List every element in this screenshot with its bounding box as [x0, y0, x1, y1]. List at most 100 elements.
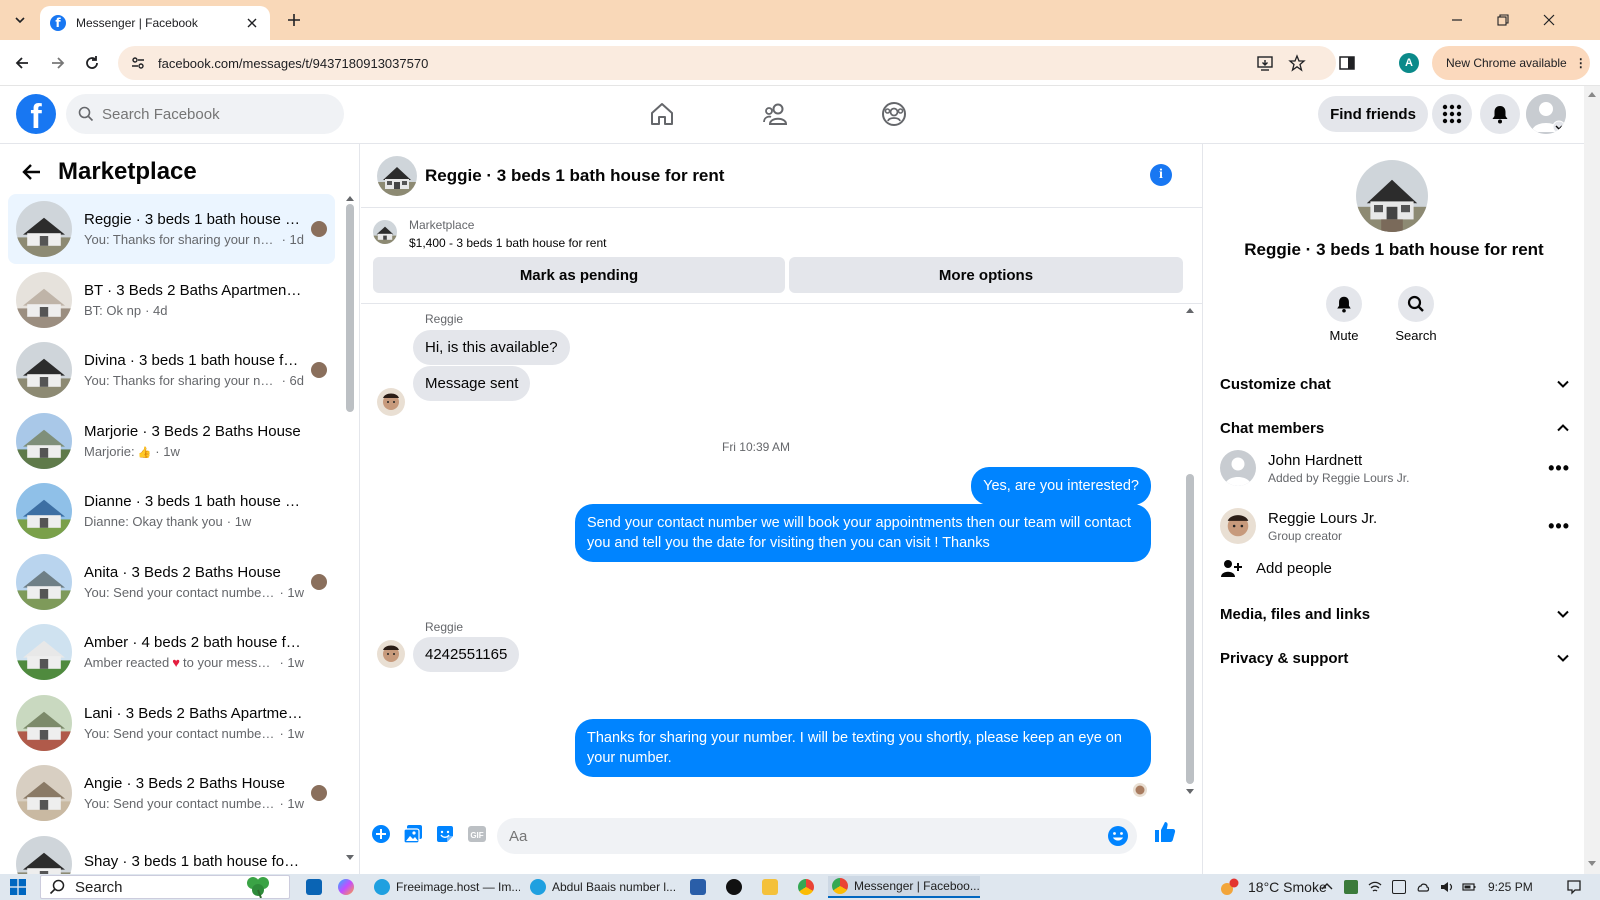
back-button[interactable] — [10, 51, 34, 75]
mute-action[interactable]: Mute — [1314, 286, 1374, 343]
privacy-support-row[interactable]: Privacy & support — [1220, 638, 1570, 678]
conversation-item[interactable]: Amber · 4 beds 2 bath house for rent Ambe… — [8, 617, 335, 687]
chat-listing-avatar[interactable] — [1356, 160, 1428, 232]
customize-chat-row[interactable]: Customize chat — [1220, 364, 1570, 404]
forward-button[interactable] — [46, 51, 70, 75]
battery-icon[interactable] — [1462, 880, 1476, 894]
member-name[interactable]: Reggie Lours Jr. — [1268, 510, 1548, 527]
mute-button[interactable] — [1326, 286, 1362, 322]
chrome-profile-avatar[interactable]: A — [1399, 53, 1419, 73]
conversation-item[interactable]: Dianne · 3 beds 1 bath house for rent Dia… — [8, 476, 335, 546]
media-files-links-row[interactable]: Media, files and links — [1220, 594, 1570, 634]
message-bubble-outgoing[interactable]: Send your contact number we will book yo… — [575, 504, 1151, 562]
device-icon[interactable] — [1392, 880, 1406, 894]
taskbar-search-box[interactable]: Search — [40, 875, 290, 899]
chat-member[interactable]: John Hardnett Added by Reggie Lours Jr. … — [1220, 442, 1570, 494]
address-bar[interactable]: facebook.com/messages/t/9437180913037570 — [118, 46, 1336, 80]
member-name[interactable]: John Hardnett — [1268, 452, 1548, 469]
sticker-button[interactable] — [433, 822, 457, 846]
message-input-box[interactable] — [497, 818, 1137, 854]
conversation-item[interactable]: Reggie · 3 beds 1 bath house for rent You… — [8, 194, 335, 264]
weather-widget[interactable]: 18°C Smoke — [1218, 878, 1327, 896]
restore-button[interactable] — [1480, 0, 1526, 40]
new-chrome-available-button[interactable]: New Chrome available ⋮ — [1432, 46, 1590, 80]
chat-title[interactable]: Reggie · 3 beds 1 bath house for rent — [425, 166, 724, 186]
notification-center-icon[interactable] — [1566, 879, 1582, 895]
search-action[interactable]: Search — [1386, 286, 1446, 343]
scrollbar-thumb[interactable] — [346, 204, 354, 412]
tray-chevron-up-icon[interactable] — [1320, 880, 1334, 894]
friends-nav-button[interactable] — [760, 98, 792, 130]
conversation-item[interactable]: Angie · 3 Beds 2 Baths House You: Send yo… — [8, 758, 335, 828]
emoji-icon[interactable] — [1107, 825, 1129, 847]
reload-button[interactable] — [80, 51, 104, 75]
copilot-icon[interactable] — [338, 879, 354, 895]
facebook-search-box[interactable] — [66, 94, 344, 134]
volume-icon[interactable] — [1440, 880, 1454, 894]
chat-member[interactable]: Reggie Lours Jr. Group creator ••• — [1220, 500, 1570, 552]
taskbar-app-abdul[interactable]: Abdul Baais number l... — [526, 876, 676, 898]
chrome-icon[interactable] — [798, 879, 814, 895]
facebook-search-input[interactable] — [102, 105, 322, 123]
battery-saver-icon[interactable] — [1344, 880, 1358, 894]
conversation-item[interactable]: Divina · 3 beds 1 bath house for rent You… — [8, 335, 335, 405]
wifi-icon[interactable] — [1368, 880, 1382, 894]
tiktok-icon[interactable] — [726, 879, 742, 895]
new-tab-button[interactable] — [282, 8, 306, 32]
browser-tab-messenger[interactable]: f Messenger | Facebook — [40, 6, 270, 40]
add-people-button[interactable]: Add people — [1220, 558, 1332, 578]
windows-start-icon[interactable] — [10, 879, 26, 895]
chat-listing-thumbnail[interactable] — [377, 155, 417, 196]
taskbar-app-freeimage[interactable]: Freeimage.host — Im... — [370, 876, 520, 898]
listing-thumbnail[interactable] — [373, 220, 397, 244]
search-in-chat-button[interactable] — [1398, 286, 1434, 322]
message-bubble-incoming[interactable]: 4242551165 — [413, 637, 520, 672]
message-bubble-outgoing[interactable]: Yes, are you interested? — [971, 467, 1151, 505]
facebook-logo[interactable]: f — [16, 94, 56, 134]
minimize-button[interactable] — [1434, 0, 1480, 40]
message-bubble-outgoing[interactable]: Thanks for sharing your number. I will b… — [575, 719, 1151, 777]
scrollbar-thumb[interactable] — [1186, 474, 1194, 784]
taskbar-app-messenger[interactable]: Messenger | Faceboo... — [828, 876, 980, 898]
more-options-button[interactable]: More options — [789, 257, 1183, 293]
side-panel-icon[interactable] — [1338, 54, 1356, 72]
chat-scrollbar[interactable] — [1184, 304, 1196, 798]
info-icon[interactable]: i — [1150, 164, 1172, 186]
find-friends-button[interactable]: Find friends — [1318, 96, 1428, 132]
outlook-icon[interactable] — [306, 879, 322, 895]
install-app-icon[interactable] — [1256, 54, 1274, 72]
sender-avatar[interactable] — [377, 388, 405, 416]
message-bubble-incoming[interactable]: Hi, is this available? — [413, 330, 570, 365]
conversation-item[interactable]: BT · 3 Beds 2 Baths Apartment/condo BT: O… — [8, 265, 335, 335]
notifications-button[interactable] — [1480, 94, 1520, 134]
conversation-item[interactable]: Marjorie · 3 Beds 2 Baths House Marjorie:… — [8, 406, 335, 476]
more-actions-button[interactable] — [369, 822, 393, 846]
tab-search-button[interactable] — [8, 8, 32, 32]
member-options-icon[interactable]: ••• — [1548, 458, 1570, 479]
menu-button[interactable] — [1432, 94, 1472, 134]
attach-photo-button[interactable] — [401, 822, 425, 846]
conversation-item[interactable]: Lani · 3 Beds 2 Baths Apartment/condo You… — [8, 688, 335, 758]
like-button[interactable] — [1153, 820, 1177, 844]
conversation-item[interactable]: Anita · 3 Beds 2 Baths House You: Send yo… — [8, 547, 335, 617]
sender-avatar[interactable] — [377, 640, 405, 668]
system-clock[interactable]: 9:25 PM — [1488, 880, 1533, 894]
message-bubble-incoming[interactable]: Message sent — [413, 366, 531, 401]
store-icon[interactable] — [690, 879, 706, 895]
cloud-icon[interactable] — [1416, 880, 1430, 894]
gif-button[interactable]: GIF — [465, 822, 489, 846]
account-avatar[interactable] — [1526, 94, 1566, 134]
back-arrow-icon[interactable] — [22, 162, 42, 182]
groups-nav-button[interactable] — [878, 98, 910, 130]
tab-close-icon[interactable] — [244, 15, 260, 31]
member-options-icon[interactable]: ••• — [1548, 516, 1570, 537]
file-explorer-icon[interactable] — [762, 879, 778, 895]
home-nav-button[interactable] — [646, 98, 678, 130]
bookmark-star-icon[interactable] — [1288, 54, 1306, 72]
listing-description[interactable]: $1,400 - 3 beds 1 bath house for rent — [409, 236, 606, 250]
close-window-button[interactable] — [1526, 0, 1572, 40]
message-input[interactable] — [509, 827, 1089, 845]
member-avatar[interactable] — [1220, 450, 1256, 486]
conversation-item[interactable]: Shay · 3 beds 1 bath house for rent — [8, 829, 335, 874]
sidebar-scrollbar[interactable] — [344, 194, 354, 864]
